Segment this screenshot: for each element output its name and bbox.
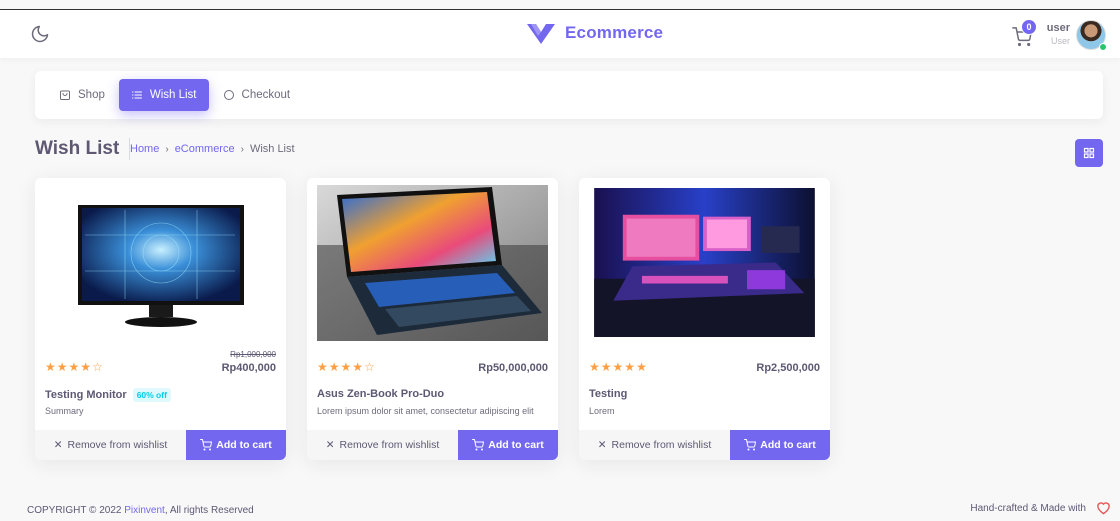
star-icon: ★ [352, 360, 364, 374]
user-name: user [1046, 22, 1070, 34]
company-link[interactable]: Pixinvent [124, 505, 165, 516]
product-name[interactable]: Testing Monitor 60% off [45, 388, 171, 402]
remove-label: Remove from wishlist [611, 439, 712, 451]
add-to-cart-button[interactable]: Add to cart [186, 430, 286, 460]
list-icon [131, 91, 142, 99]
star-outline-icon: ☆ [92, 360, 103, 374]
remove-from-wishlist-button[interactable]: ✕ Remove from wishlist [579, 430, 730, 460]
product-image-monitor[interactable] [45, 185, 276, 341]
product-rating: ★ ★ ★ ★ ★ [589, 361, 647, 373]
star-icon: ★ [340, 360, 352, 374]
breadcrumb-ecommerce[interactable]: eCommerce [175, 143, 235, 155]
star-icon: ★ [80, 360, 92, 374]
close-icon: ✕ [53, 439, 63, 451]
tab-shop[interactable]: Shop [47, 79, 117, 111]
cart-icon [200, 439, 213, 451]
product-old-price: Rp1,000,000 [230, 350, 276, 359]
remove-from-wishlist-button[interactable]: ✕ Remove from wishlist [307, 430, 458, 460]
star-icon: ★ [45, 360, 56, 374]
wishlist-card: ★ ★ ★ ★ ☆ Rp50,000,000 Asus Zen-Book Pro… [307, 178, 558, 460]
product-description: Lorem ipsum dolor sit amet, consectetur … [317, 406, 534, 416]
user-info[interactable]: user User [1030, 22, 1070, 46]
add-to-cart-label: Add to cart [488, 439, 544, 451]
tab-wish-list[interactable]: Wish List [118, 79, 209, 111]
product-price: Rp2,500,000 [756, 362, 820, 374]
tab-checkout[interactable]: Checkout [211, 79, 303, 111]
product-price: Rp400,000 [221, 362, 276, 374]
page-title: Wish List [35, 138, 131, 160]
star-icon: ★ [68, 360, 80, 374]
moon-icon[interactable] [30, 24, 50, 44]
breadcrumb-separator: › [165, 143, 169, 155]
product-image-laptop[interactable] [317, 185, 548, 341]
breadcrumb: Home › eCommerce › Wish List [130, 143, 295, 155]
star-icon: ★ [600, 360, 612, 374]
breadcrumb-separator: › [240, 143, 244, 155]
product-description: Summary [45, 406, 84, 416]
heart-icon [1097, 502, 1110, 515]
star-icon: ★ [589, 360, 600, 374]
star-outline-icon: ☆ [364, 360, 375, 374]
remove-from-wishlist-button[interactable]: ✕ Remove from wishlist [35, 430, 186, 460]
product-image-gaming-setup[interactable] [579, 188, 830, 337]
brand-name: Ecommerce [565, 23, 664, 42]
star-icon: ★ [636, 360, 647, 374]
shopping-bag-icon [60, 90, 70, 100]
star-icon: ★ [317, 360, 328, 374]
star-icon: ★ [624, 360, 636, 374]
circle-icon [223, 90, 234, 100]
add-to-cart-button[interactable]: Add to cart [458, 430, 558, 460]
tab-checkout-label: Checkout [241, 89, 291, 101]
star-icon: ★ [328, 360, 340, 374]
product-rating: ★ ★ ★ ★ ☆ [317, 361, 375, 373]
remove-label: Remove from wishlist [339, 439, 440, 451]
close-icon: ✕ [325, 439, 335, 451]
product-name-text: Asus Zen-Book Pro-Duo [317, 388, 445, 400]
footer-copyright: COPYRIGHT © 2022 Pixinvent, All rights R… [27, 505, 254, 516]
grid-view-button[interactable] [1075, 139, 1103, 167]
add-to-cart-label: Add to cart [216, 439, 272, 451]
product-name[interactable]: Asus Zen-Book Pro-Duo [317, 388, 444, 400]
star-icon: ★ [612, 360, 624, 374]
online-status-dot [1099, 43, 1107, 51]
wishlist-card: ★ ★ ★ ★ ☆ Rp1,000,000 Rp400,000 Testing … [35, 178, 286, 460]
remove-label: Remove from wishlist [67, 439, 168, 451]
star-icon: ★ [56, 360, 68, 374]
discount-badge: 60% off [132, 388, 171, 402]
add-to-cart-button[interactable]: Add to cart [730, 430, 830, 460]
copyright-text: COPYRIGHT © 2022 [27, 505, 122, 516]
product-rating: ★ ★ ★ ★ ☆ [45, 361, 103, 373]
product-name-text: Testing [589, 388, 628, 400]
ecommerce-tabs: Shop Wish List Checkout [35, 71, 1103, 119]
close-icon: ✕ [597, 439, 607, 451]
product-name[interactable]: Testing [589, 388, 627, 400]
breadcrumb-current: Wish List [249, 143, 295, 155]
wishlist-card: ★ ★ ★ ★ ★ Rp2,500,000 Testing Lorem ✕ Re… [579, 178, 830, 460]
product-name-text: Testing Monitor [45, 389, 127, 401]
cart-icon [744, 439, 757, 451]
cart-icon [472, 439, 485, 451]
add-to-cart-label: Add to cart [760, 439, 816, 451]
user-role: User [1050, 36, 1070, 46]
product-price: Rp50,000,000 [478, 362, 548, 374]
footer-made-with: Hand-crafted & Made with [970, 503, 1086, 514]
brand[interactable]: Ecommerce [527, 22, 663, 44]
navbar: Ecommerce 0 user User [0, 10, 1120, 58]
tab-wish-list-label: Wish List [149, 89, 197, 101]
grid-icon [1083, 147, 1095, 159]
tab-shop-label: Shop [78, 89, 105, 101]
brand-logo-icon [527, 24, 555, 44]
breadcrumb-home[interactable]: Home [130, 143, 159, 155]
rights-text: , All rights Reserved [164, 505, 254, 516]
product-description: Lorem [589, 406, 615, 416]
